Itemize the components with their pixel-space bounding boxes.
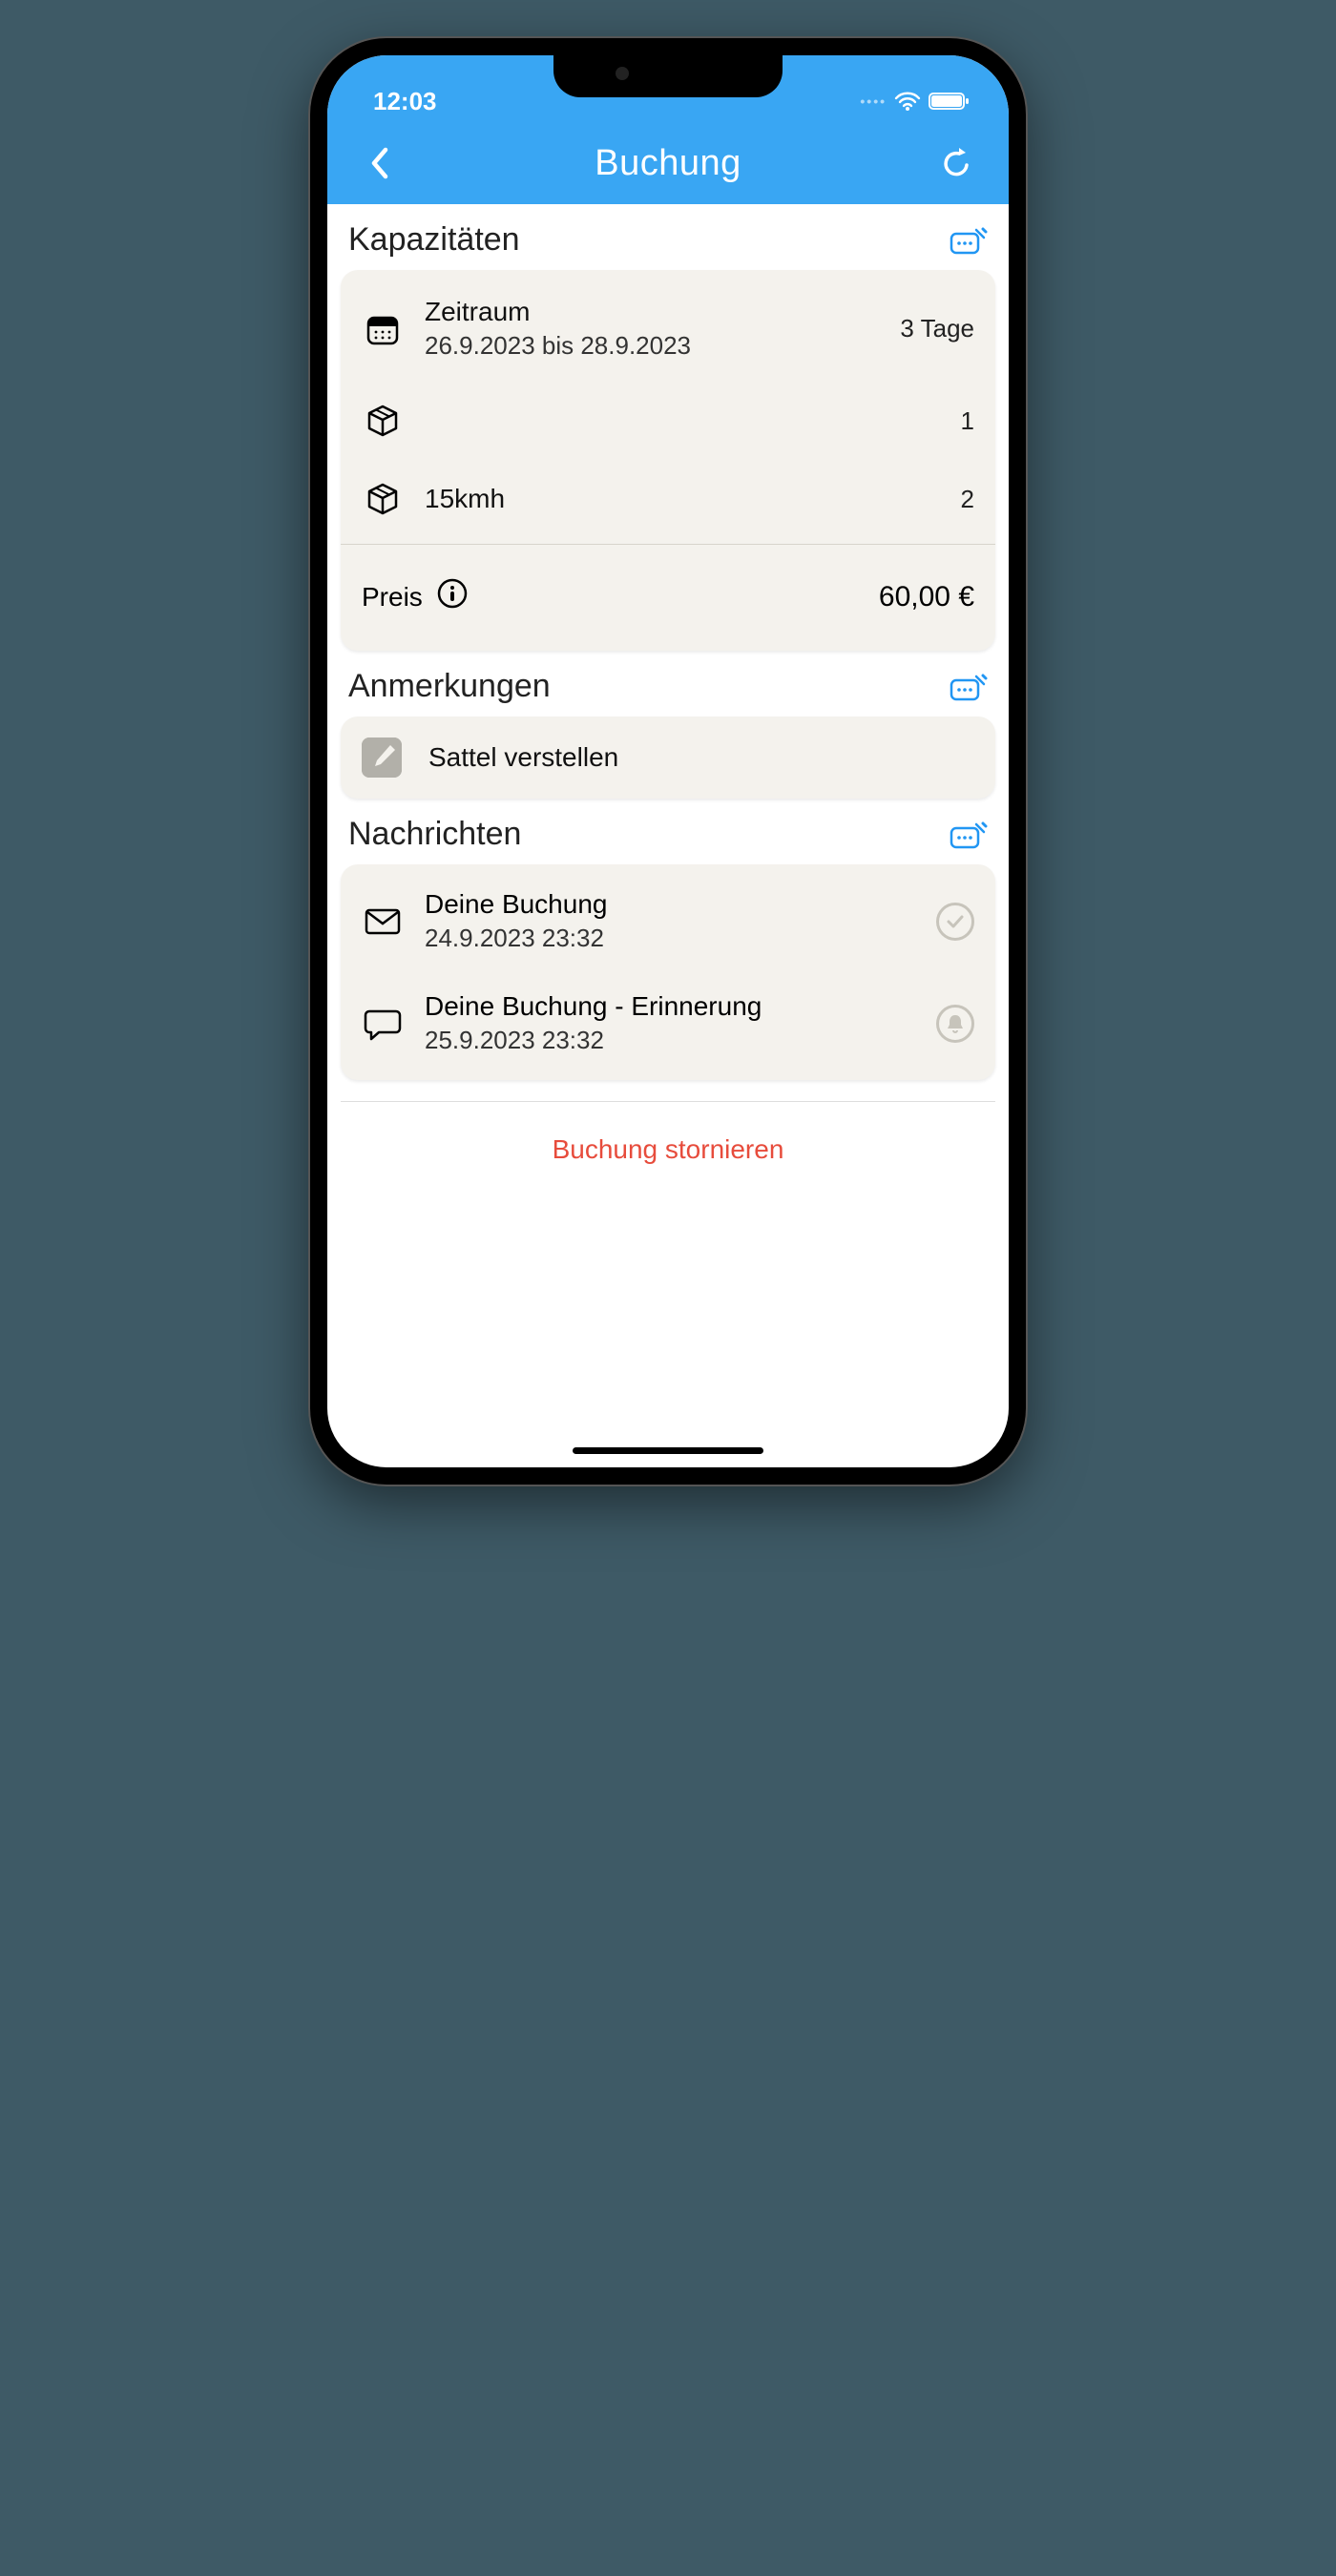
cellular-dots-icon: ••••: [860, 93, 887, 109]
messages-title: Nachrichten: [348, 816, 521, 853]
message-1-title: Deine Buchung - Erinnerung: [425, 991, 915, 1022]
period-row[interactable]: Zeitraum 26.9.2023 bis 28.9.2023 3 Tage: [341, 276, 995, 382]
phone-frame: 12:03 •••• Buchung: [310, 38, 1026, 1485]
status-time: 12:03: [373, 87, 437, 116]
period-range: 26.9.2023 bis 28.9.2023: [425, 331, 879, 361]
page-title: Buchung: [595, 143, 741, 184]
edit-notes-button[interactable]: [950, 673, 988, 701]
mail-icon: [362, 906, 404, 937]
price-label: Preis: [362, 582, 423, 613]
screen: 12:03 •••• Buchung: [327, 55, 1009, 1467]
chat-icon: [362, 1006, 404, 1042]
box-icon: [362, 403, 404, 439]
cancel-booking-button[interactable]: Buchung stornieren: [341, 1102, 995, 1213]
period-label: Zeitraum: [425, 297, 879, 327]
edit-messages-button[interactable]: [950, 821, 988, 849]
messages-card: Deine Buchung 24.9.2023 23:32 Deine Buch…: [341, 864, 995, 1080]
box-icon: [362, 481, 404, 517]
status-icons: ••••: [860, 91, 971, 112]
price-value: 60,00 €: [879, 581, 974, 613]
edit-capacities-button[interactable]: [950, 226, 988, 255]
message-1[interactable]: Deine Buchung - Erinnerung 25.9.2023 23:…: [341, 972, 995, 1074]
notes-card[interactable]: Sattel verstellen: [341, 717, 995, 799]
note-edit-icon: [362, 737, 402, 778]
notes-text: Sattel verstellen: [428, 742, 618, 773]
capacity-item-0-qty: 1: [961, 406, 974, 436]
notch: [553, 55, 783, 97]
back-button[interactable]: [358, 142, 400, 184]
capacity-item-1-label: 15kmh: [425, 484, 940, 514]
capacities-header: Kapazitäten: [341, 204, 995, 270]
capacities-card: Zeitraum 26.9.2023 bis 28.9.2023 3 Tage …: [341, 270, 995, 651]
message-0-time: 24.9.2023 23:32: [425, 924, 915, 953]
messages-header: Nachrichten: [341, 799, 995, 864]
battery-icon: [929, 91, 971, 112]
capacities-title: Kapazitäten: [348, 221, 520, 259]
wifi-icon: [894, 91, 921, 112]
home-indicator[interactable]: [573, 1447, 763, 1454]
capacity-item-0[interactable]: 1: [341, 382, 995, 460]
period-duration: 3 Tage: [900, 314, 974, 343]
nav-bar: Buchung: [327, 122, 1009, 204]
capacity-item-1-qty: 2: [961, 485, 974, 514]
notes-title: Anmerkungen: [348, 668, 551, 705]
bell-status-icon: [936, 1005, 974, 1043]
refresh-button[interactable]: [936, 142, 978, 184]
check-status-icon: [936, 903, 974, 941]
price-row: Preis 60,00 €: [341, 551, 995, 645]
capacity-item-1[interactable]: 15kmh 2: [341, 460, 995, 538]
info-icon[interactable]: [436, 577, 469, 616]
divider: [341, 544, 995, 545]
message-0[interactable]: Deine Buchung 24.9.2023 23:32: [341, 870, 995, 972]
notes-header: Anmerkungen: [341, 651, 995, 717]
message-1-time: 25.9.2023 23:32: [425, 1026, 915, 1055]
calendar-icon: [362, 312, 404, 346]
message-0-title: Deine Buchung: [425, 889, 915, 920]
